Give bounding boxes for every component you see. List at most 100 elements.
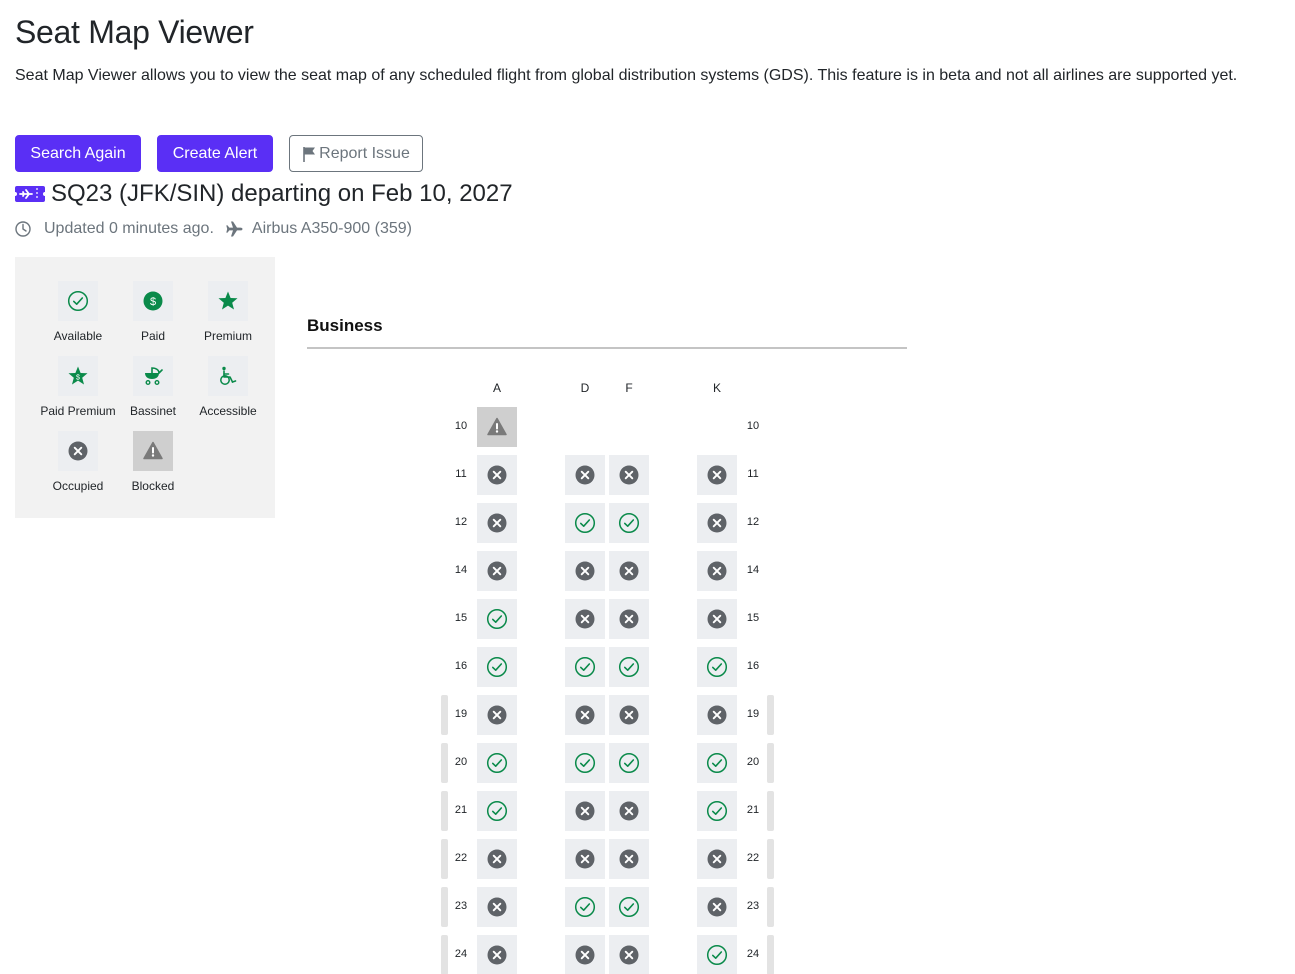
seat-20K[interactable] bbox=[697, 743, 737, 783]
seat-24D[interactable] bbox=[565, 935, 605, 974]
seat-14D[interactable] bbox=[565, 551, 605, 591]
seat-12A[interactable] bbox=[477, 503, 517, 543]
row-number-right: 12 bbox=[746, 516, 760, 528]
legend-label: Paid bbox=[140, 329, 166, 343]
row-number-right: 14 bbox=[746, 564, 760, 576]
seat-12F[interactable] bbox=[609, 503, 649, 543]
available-icon bbox=[574, 512, 596, 534]
cabin-title: Business bbox=[307, 316, 383, 335]
seat-16F[interactable] bbox=[609, 647, 649, 687]
row-number-left: 20 bbox=[454, 756, 468, 768]
available-icon bbox=[618, 752, 640, 774]
svg-text:$: $ bbox=[76, 375, 80, 382]
seat-19K[interactable] bbox=[697, 695, 737, 735]
seat-11F[interactable] bbox=[609, 455, 649, 495]
report-issue-button[interactable]: Report Issue bbox=[289, 135, 423, 172]
occupied-icon bbox=[574, 560, 596, 582]
occupied-icon bbox=[706, 464, 728, 486]
legend-label: Bassinet bbox=[129, 404, 177, 418]
blocked-icon bbox=[486, 416, 508, 438]
row-number-left: 14 bbox=[454, 564, 468, 576]
row-number-left: 12 bbox=[454, 516, 468, 528]
exit-marker-right bbox=[767, 791, 774, 831]
paid-icon: $ bbox=[133, 281, 173, 321]
seat-column-header: A bbox=[492, 381, 501, 395]
seat-14F[interactable] bbox=[609, 551, 649, 591]
available-icon bbox=[618, 896, 640, 918]
available-icon bbox=[574, 752, 596, 774]
exit-marker-right bbox=[767, 935, 774, 974]
row-number-left: 22 bbox=[454, 852, 468, 864]
seat-20F[interactable] bbox=[609, 743, 649, 783]
seat-21F[interactable] bbox=[609, 791, 649, 831]
occupied-icon bbox=[486, 896, 508, 918]
seat-20D[interactable] bbox=[565, 743, 605, 783]
seat-21D[interactable] bbox=[565, 791, 605, 831]
legend-label: Occupied bbox=[52, 479, 104, 493]
seat-22F[interactable] bbox=[609, 839, 649, 879]
seat-10A[interactable] bbox=[477, 407, 517, 447]
svg-text:$: $ bbox=[150, 296, 156, 308]
seat-14A[interactable] bbox=[477, 551, 517, 591]
seat-22A[interactable] bbox=[477, 839, 517, 879]
occupied-icon bbox=[618, 464, 640, 486]
seat-12D[interactable] bbox=[565, 503, 605, 543]
seat-21K[interactable] bbox=[697, 791, 737, 831]
seat-15A[interactable] bbox=[477, 599, 517, 639]
seat-11A[interactable] bbox=[477, 455, 517, 495]
seat-21A[interactable] bbox=[477, 791, 517, 831]
available-icon bbox=[574, 656, 596, 678]
exit-marker-right bbox=[767, 743, 774, 783]
seat-15D[interactable] bbox=[565, 599, 605, 639]
occupied-icon bbox=[574, 608, 596, 630]
seat-19A[interactable] bbox=[477, 695, 517, 735]
seat-11K[interactable] bbox=[697, 455, 737, 495]
legend-label: Blocked bbox=[131, 479, 175, 493]
seat-19D[interactable] bbox=[565, 695, 605, 735]
seat-23A[interactable] bbox=[477, 887, 517, 927]
seat-23K[interactable] bbox=[697, 887, 737, 927]
boarding-pass-icon bbox=[15, 186, 45, 202]
occupied-icon bbox=[574, 944, 596, 966]
row-number-left: 15 bbox=[454, 612, 468, 624]
flight-heading: SQ23 (JFK/SIN) departing on Feb 10, 2027 bbox=[15, 178, 513, 210]
premium-icon bbox=[208, 281, 248, 321]
occupied-icon bbox=[706, 512, 728, 534]
seat-11D[interactable] bbox=[565, 455, 605, 495]
flag-icon bbox=[302, 146, 317, 162]
seat-15F[interactable] bbox=[609, 599, 649, 639]
seat-23D[interactable] bbox=[565, 887, 605, 927]
seat-24A[interactable] bbox=[477, 935, 517, 974]
occupied-icon bbox=[486, 704, 508, 726]
row-number-right: 11 bbox=[747, 468, 759, 480]
seat-24F[interactable] bbox=[609, 935, 649, 974]
seat-19F[interactable] bbox=[609, 695, 649, 735]
seat-15K[interactable] bbox=[697, 599, 737, 639]
occupied-icon bbox=[486, 512, 508, 534]
available-icon bbox=[486, 656, 508, 678]
seat-22D[interactable] bbox=[565, 839, 605, 879]
page-intro: Seat Map Viewer allows you to view the s… bbox=[15, 67, 1238, 84]
seat-16D[interactable] bbox=[565, 647, 605, 687]
seat-14K[interactable] bbox=[697, 551, 737, 591]
page-title: Seat Map Viewer bbox=[15, 14, 254, 50]
seat-16A[interactable] bbox=[477, 647, 517, 687]
paid-premium-icon: $ bbox=[58, 356, 98, 396]
exit-marker-right bbox=[767, 695, 774, 735]
flight-title: SQ23 (JFK/SIN) departing on Feb 10, 2027 bbox=[51, 180, 513, 207]
seat-23F[interactable] bbox=[609, 887, 649, 927]
seat-20A[interactable] bbox=[477, 743, 517, 783]
occupied-icon bbox=[618, 560, 640, 582]
seat-24K[interactable] bbox=[697, 935, 737, 974]
flight-meta: Updated 0 minutes ago. Airbus A350-900 (… bbox=[15, 218, 412, 240]
search-again-button[interactable]: Search Again bbox=[15, 135, 141, 172]
seat-12K[interactable] bbox=[697, 503, 737, 543]
create-alert-button[interactable]: Create Alert bbox=[157, 135, 273, 172]
seat-22K[interactable] bbox=[697, 839, 737, 879]
seat-16K[interactable] bbox=[697, 647, 737, 687]
available-icon bbox=[486, 608, 508, 630]
occupied-icon bbox=[706, 560, 728, 582]
occupied-icon bbox=[486, 464, 508, 486]
legend-label: Paid Premium bbox=[40, 404, 116, 418]
aircraft-type: Airbus A350-900 (359) bbox=[251, 220, 412, 237]
